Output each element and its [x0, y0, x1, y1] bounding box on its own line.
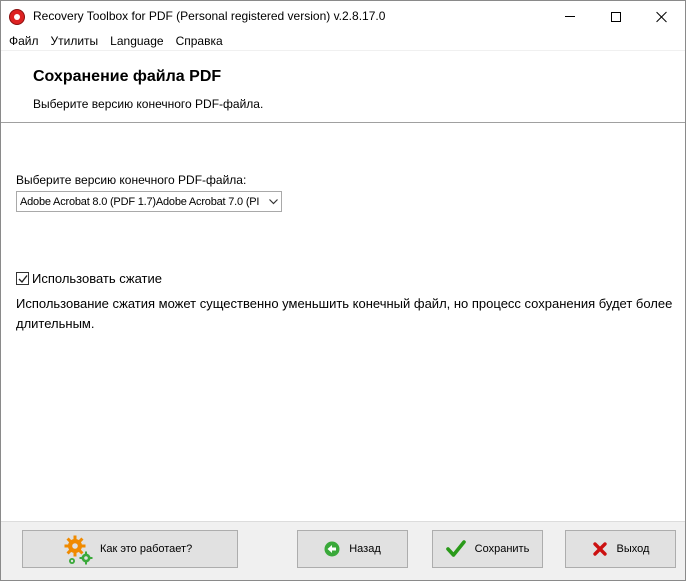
back-arrow-icon: [324, 541, 340, 557]
compress-checkbox[interactable]: [16, 272, 29, 285]
save-label: Сохранить: [474, 543, 530, 555]
menu-bar: Файл Утилиты Language Справка: [1, 32, 685, 51]
menu-language[interactable]: Language: [104, 32, 169, 51]
minimize-button[interactable]: [547, 1, 593, 32]
wizard-content: Выберите версию конечного PDF-файла: Ado…: [1, 124, 685, 521]
pdf-version-dropdown[interactable]: Adobe Acrobat 8.0 (PDF 1.7)Adobe Acrobat…: [16, 191, 282, 212]
compress-option[interactable]: Использовать сжатие: [16, 271, 162, 286]
cross-icon: [592, 541, 608, 557]
menu-utilities[interactable]: Утилиты: [45, 32, 105, 51]
compress-description: Использование сжатия может существенно у…: [16, 296, 673, 331]
back-label: Назад: [349, 543, 381, 555]
compress-label: Использовать сжатие: [32, 271, 163, 286]
window-title: Recovery Toolbox for PDF (Personal regis…: [33, 9, 386, 23]
checkmark-icon: [18, 275, 28, 284]
back-button[interactable]: Назад: [297, 530, 408, 568]
page-subtitle: Выберите версию конечного PDF-файла.: [33, 97, 264, 111]
close-button[interactable]: [639, 1, 685, 32]
exit-label: Выход: [616, 543, 650, 555]
checkmark-icon: [445, 540, 466, 558]
pdf-version-value: Adobe Acrobat 8.0 (PDF 1.7)Adobe Acrobat…: [20, 195, 260, 208]
wizard-footer: Как это работает? Назад Сохранить Выход: [1, 521, 685, 580]
maximize-button[interactable]: [593, 1, 639, 32]
save-button[interactable]: Сохранить: [432, 530, 543, 568]
menu-file[interactable]: Файл: [3, 32, 45, 51]
exit-button[interactable]: Выход: [565, 530, 676, 568]
menu-help[interactable]: Справка: [170, 32, 229, 51]
how-it-works-button[interactable]: Как это работает?: [22, 530, 238, 568]
how-it-works-label: Как это работает?: [100, 543, 193, 555]
chevron-down-icon: [266, 192, 281, 211]
maximize-icon: [611, 11, 621, 22]
wizard-header: Сохранение файла PDF Выберите версию кон…: [1, 51, 685, 123]
recovery-toolbox-icon: [9, 9, 25, 25]
app-window: Recovery Toolbox for PDF (Personal regis…: [0, 0, 686, 581]
minimize-icon: [565, 16, 575, 17]
version-label: Выберите версию конечного PDF-файла:: [16, 173, 247, 187]
close-icon: [656, 11, 668, 23]
gears-icon: [64, 535, 93, 565]
title-bar[interactable]: Recovery Toolbox for PDF (Personal regis…: [1, 1, 685, 32]
page-title: Сохранение файла PDF: [33, 68, 222, 85]
